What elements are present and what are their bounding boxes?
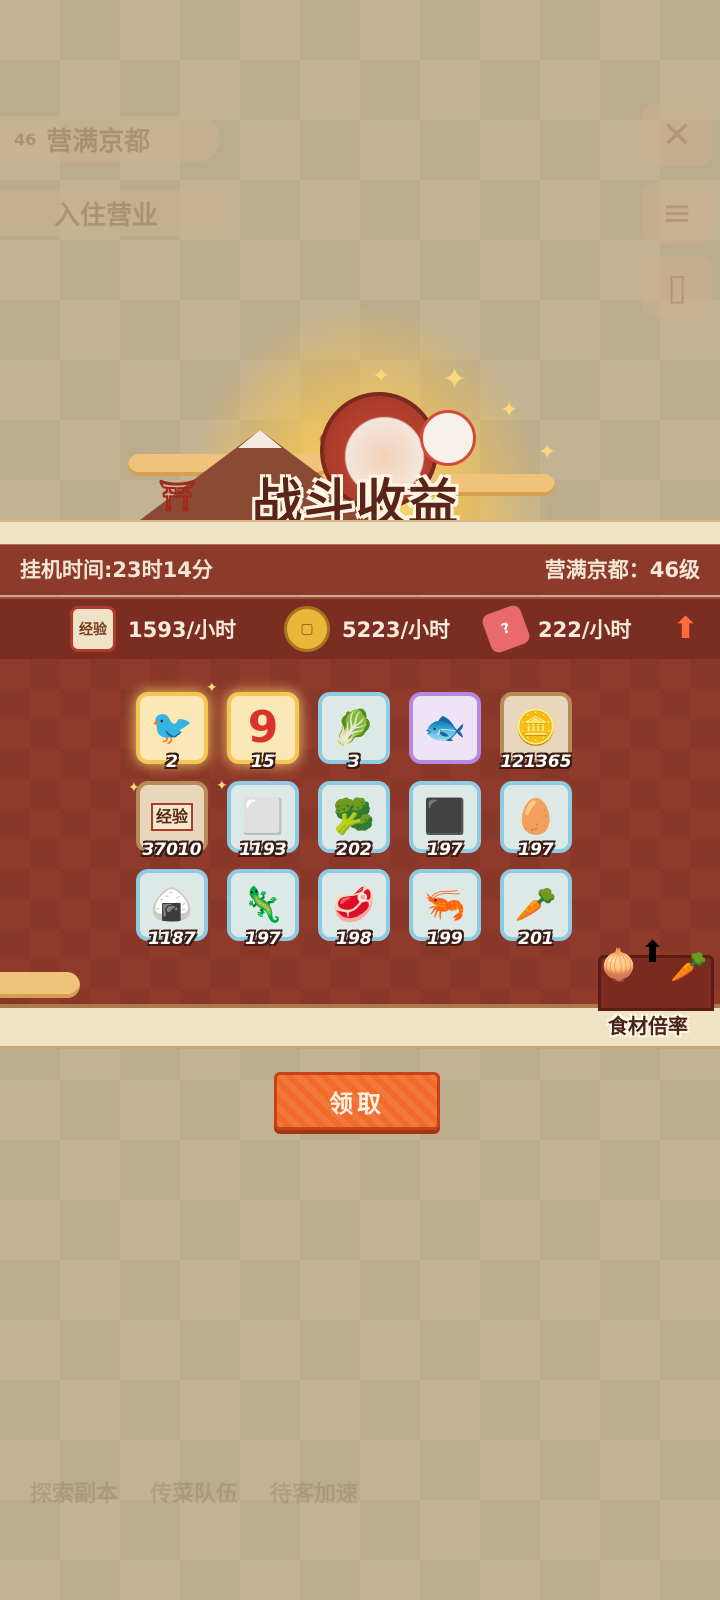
number-nine-icon: 9 (247, 702, 279, 753)
reward-count: 197 (245, 929, 281, 949)
seaweed-icon: ⬛ (423, 797, 467, 837)
sparkle-icon: ✦ (206, 680, 218, 696)
reward-count: 2 (166, 752, 178, 772)
coin-icon: 🪙 (514, 708, 558, 748)
reward-count: 198 (336, 929, 372, 949)
shrimp-icon: 🦐 (423, 885, 467, 925)
tofu-icon: ⬜ (241, 797, 285, 837)
restaurant-level-label: 营满京都：46级 (544, 558, 700, 582)
reward-count: 1187 (148, 929, 196, 949)
reward-count: 121365 (500, 752, 572, 772)
side-cloud-deco (0, 972, 80, 998)
torii-gate-icon: ⛩ (158, 479, 197, 514)
fox-mask-icon (420, 410, 476, 466)
rate-bar: 经验 1593/小时 ▢ 5223/小时 ? 222/小时 ⬆ (0, 597, 720, 661)
sparkle-icon: ✦ (372, 364, 391, 389)
coin-icon: ▢ (284, 606, 330, 652)
reward-count: 1193 (239, 840, 287, 860)
sparkle-icon: ✦ (538, 440, 557, 465)
reward-count: 199 (427, 929, 463, 949)
sparkle-icon: ✦ (500, 398, 519, 423)
exp-scroll-icon: 经验 (150, 803, 193, 831)
sparkle-icon: ✦ (128, 780, 140, 796)
reward-count: 3 (348, 752, 360, 772)
reward-count: 37010 (142, 840, 202, 860)
reward-count: 197 (518, 840, 554, 860)
reward-count: 15 (251, 752, 275, 772)
carrot-icon: 🥕 (670, 950, 708, 985)
mountain-snowcap (238, 430, 282, 448)
reward-count: 197 (427, 840, 463, 860)
rice-icon: 🍙 (150, 885, 194, 925)
claim-button[interactable]: 领取 (274, 1072, 440, 1130)
arrow-up-icon: ⬆ (640, 935, 666, 970)
meat-icon: 🥩 (332, 885, 376, 925)
greens-icon: 🥦 (332, 797, 376, 837)
sparkle-icon: ✦ (216, 778, 228, 794)
rate-ticket: ? 222/小时 (480, 599, 632, 659)
radish-icon: 🥕 (514, 885, 558, 925)
egg-icon: 🥚 (514, 797, 558, 837)
lettuce-icon: 🥬 (332, 708, 376, 748)
rate-exp: 经验 1593/小时 (70, 599, 236, 659)
reward-item[interactable]: 🐟 (409, 692, 481, 764)
rate-coin-value: 5223/小时 (342, 618, 451, 642)
onion-icon: 🧅 (600, 948, 638, 983)
sparkle-icon: ✦ (442, 362, 468, 397)
ingredient-multiplier-label[interactable]: 食材倍率 (588, 1010, 708, 1039)
arrow-up-icon[interactable]: ⬆ (673, 611, 698, 646)
bird-icon: 🐦 (150, 708, 194, 748)
fish-icon: 🐟 (423, 708, 467, 748)
rate-ticket-value: 222/小时 (538, 618, 632, 642)
rate-exp-value: 1593/小时 (128, 618, 237, 642)
reward-count: 202 (336, 840, 372, 860)
eel-icon: 🦎 (241, 885, 285, 925)
exp-scroll-icon: 经验 (70, 606, 116, 652)
rate-coin: ▢ 5223/小时 (284, 599, 450, 659)
meat-ticket-icon: ? (480, 603, 532, 655)
idle-time-label: 挂机时间:23时14分 (20, 558, 213, 582)
info-bar: 挂机时间:23时14分 营满京都：46级 (0, 545, 720, 595)
reward-count: 201 (518, 929, 554, 949)
panel-top-edge (0, 520, 720, 547)
